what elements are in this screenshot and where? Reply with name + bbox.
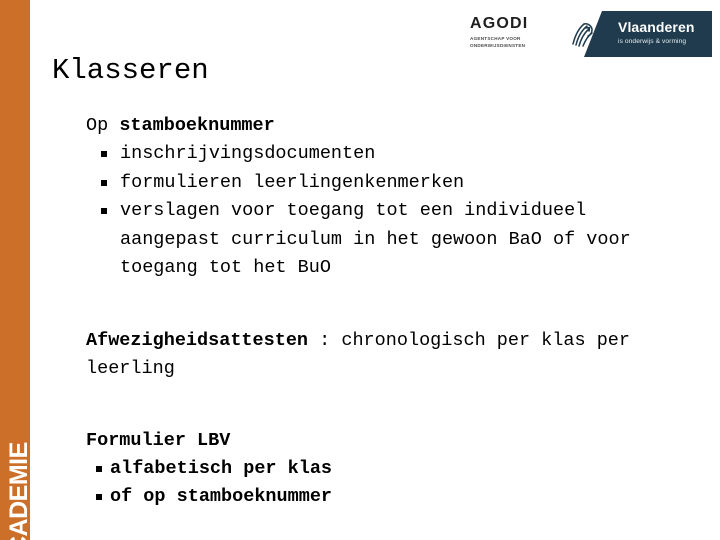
section-heading-stamboeknummer: Op stamboeknummer <box>86 112 646 140</box>
agodi-logo-wordmark: AGODI <box>470 15 529 33</box>
list-item: formulieren leerlingenkenmerken <box>86 169 646 198</box>
vlaanderen-text: Vlaanderen is onderwijs & vorming <box>618 19 695 46</box>
sidebar-brand-bar: AGODI ACADEMIE <box>0 0 30 540</box>
logo-bar: AGODI AGENTSCHAP VOOR ONDERWIJSDIENSTEN … <box>470 6 712 62</box>
agodi-logo: AGODI AGENTSCHAP VOOR ONDERWIJSDIENSTEN <box>470 16 550 51</box>
lion-icon <box>572 23 593 47</box>
sidebar-brand-secondary: ACADEMIE <box>5 442 30 540</box>
content-section-afwezigheidsattesten: Afwezigheidsattesten : chronologisch per… <box>86 327 646 383</box>
list-item: inschrijvingsdocumenten <box>86 140 646 169</box>
heading-prefix: Op <box>86 115 120 136</box>
vlaanderen-logo: Vlaanderen is onderwijs & vorming <box>560 11 712 57</box>
list-item: of op stamboeknummer <box>86 483 646 512</box>
paragraph-keyword: Afwezigheidsattesten <box>86 329 309 351</box>
sidebar-vertical-brand: AGODI ACADEMIE <box>2 385 30 540</box>
heading-keyword: Formulier LBV <box>86 429 231 451</box>
content-section-stamboeknummer: Op stamboeknummer inschrijvingsdocumente… <box>86 112 646 283</box>
vlaanderen-title: Vlaanderen <box>618 19 695 35</box>
bullet-list-stamboeknummer: inschrijvingsdocumenten formulieren leer… <box>86 140 646 283</box>
slide-canvas: AGODI ACADEMIE AGODI AGENTSCHAP VOOR OND… <box>0 0 720 540</box>
vlaanderen-tagline: is onderwijs & vorming <box>618 38 687 46</box>
page-title: Klasseren <box>52 54 209 88</box>
slide-content: Op stamboeknummer inschrijvingsdocumente… <box>86 112 646 512</box>
list-item: verslagen voor toegang tot een individue… <box>86 197 646 283</box>
content-section-formulier-lbv: Formulier LBV alfabetisch per klas of op… <box>86 427 646 512</box>
list-item: alfabetisch per klas <box>86 455 646 484</box>
section-heading-formulier-lbv: Formulier LBV <box>86 427 646 455</box>
section-paragraph-afwezigheidsattesten: Afwezigheidsattesten : chronologisch per… <box>86 327 646 383</box>
heading-keyword: stamboeknummer <box>119 115 275 136</box>
agodi-logo-subtitle: AGENTSCHAP VOOR ONDERWIJSDIENSTEN <box>470 36 526 49</box>
bullet-list-formulier-lbv: alfabetisch per klas of op stamboeknumme… <box>86 455 646 512</box>
